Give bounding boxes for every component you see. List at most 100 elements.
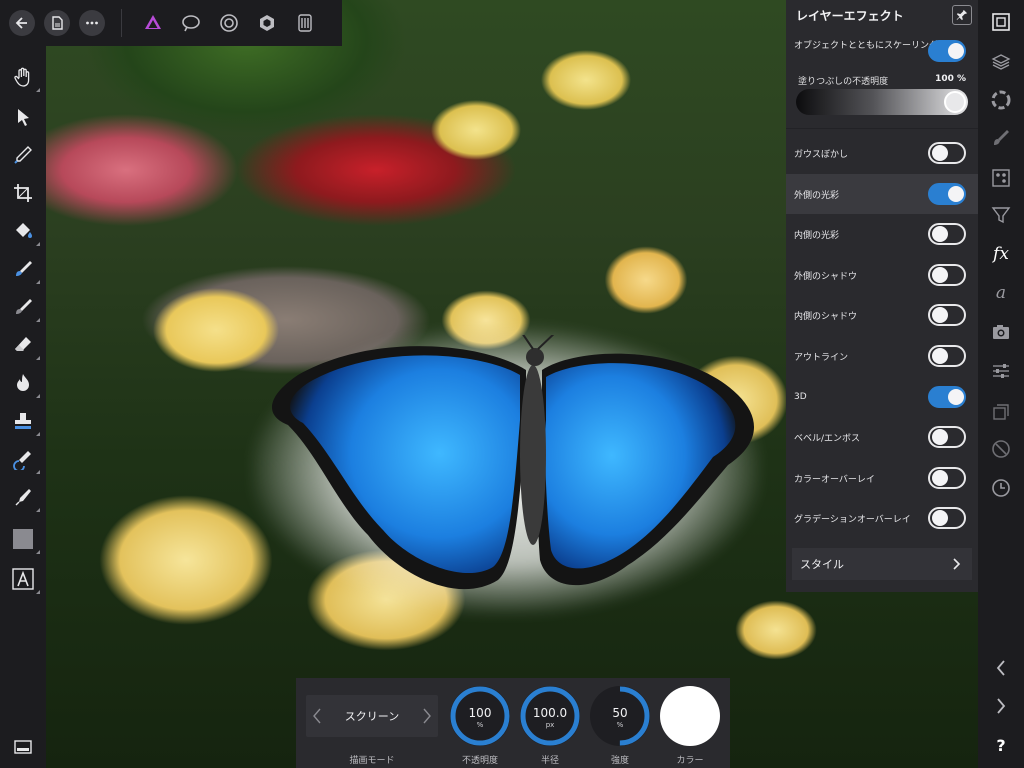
slider-knob[interactable] [944, 91, 966, 113]
effect-toggle[interactable] [928, 345, 966, 367]
back-arrow-icon[interactable] [9, 10, 35, 36]
toggle-knob [932, 267, 948, 283]
color-picker-icon[interactable] [10, 142, 36, 168]
healing-brush-icon[interactable] [10, 446, 40, 474]
effect-label: アウトライン [794, 352, 849, 363]
fill-opacity-label: 塗りつぶしの不透明度 [798, 77, 889, 87]
burn-brush-icon[interactable] [10, 370, 40, 398]
photo-persona-icon[interactable] [142, 12, 164, 34]
transform-icon[interactable] [989, 400, 1013, 424]
layers-icon[interactable] [989, 50, 1013, 74]
top-toolbar [0, 0, 342, 46]
navigator-icon[interactable] [989, 10, 1013, 34]
effect-row[interactable]: アウトライン [786, 336, 978, 376]
butterfly-image[interactable] [258, 335, 758, 605]
effect-label: グラデーションオーバーレイ [794, 514, 911, 525]
effect-label: ガウスぼかし [794, 149, 849, 160]
panel-title: レイヤーエフェクト [786, 0, 978, 30]
chevron-right-icon[interactable] [422, 707, 432, 725]
opacity-dial[interactable]: 100 % [450, 686, 510, 746]
history-icon[interactable] [989, 437, 1013, 461]
opacity-label: 不透明度 [461, 756, 498, 766]
tone-mapping-persona-icon[interactable] [256, 12, 278, 34]
adjustments-icon[interactable] [989, 88, 1013, 112]
context-toolbar: スクリーン 描画モード 100 % 不透明度 100.0 px 半径 50 % … [296, 678, 730, 768]
shape-icon[interactable] [10, 526, 40, 554]
effect-toggle[interactable] [928, 183, 966, 205]
toggle-knob [932, 307, 948, 323]
channels-icon[interactable] [989, 166, 1013, 190]
radius-dial[interactable]: 100.0 px [520, 686, 580, 746]
radius-label: 半径 [540, 756, 559, 766]
text-styles-icon[interactable]: a [989, 281, 1013, 305]
effect-toggle[interactable] [928, 467, 966, 489]
effect-row[interactable]: グラデーションオーバーレイ [786, 498, 978, 538]
effect-toggle[interactable] [928, 142, 966, 164]
erase-brush-icon[interactable] [10, 332, 40, 360]
intensity-dial[interactable]: 50 % [590, 686, 650, 746]
pin-icon[interactable] [952, 5, 972, 25]
liquify-persona-icon[interactable] [180, 12, 202, 34]
adjust-sliders-icon[interactable] [989, 359, 1013, 383]
effect-label: 内側の光彩 [794, 230, 840, 241]
effect-label: 外側の光彩 [794, 190, 840, 201]
flood-fill-icon[interactable] [10, 218, 40, 246]
toggle-knob [932, 348, 948, 364]
toggle-knob [932, 510, 948, 526]
effect-row[interactable]: 外側の光彩 [786, 174, 978, 214]
effect-toggle[interactable] [928, 223, 966, 245]
more-icon[interactable] [79, 10, 105, 36]
divider [786, 128, 978, 129]
effect-toggle[interactable] [928, 304, 966, 326]
export-persona-icon[interactable] [294, 12, 316, 34]
color-swatch[interactable] [660, 686, 720, 746]
paint-brush-icon[interactable] [10, 294, 40, 322]
quick-menu-icon[interactable] [10, 734, 36, 760]
snapshots-icon[interactable] [989, 320, 1013, 344]
text-icon[interactable] [10, 566, 40, 594]
opacity-value: 100 [468, 706, 492, 720]
intensity-label: 強度 [610, 756, 629, 766]
document-icon[interactable] [44, 10, 70, 36]
clock-icon[interactable] [989, 476, 1013, 500]
intensity-unit: % [616, 721, 624, 729]
effect-row[interactable]: カラーオーバーレイ [786, 458, 978, 498]
color-label: カラー [676, 756, 704, 766]
effect-label: 3D [794, 392, 807, 402]
effect-row[interactable]: ガウスぼかし [786, 133, 978, 173]
layer-effects-icon[interactable]: fx [989, 242, 1013, 266]
scale-with-object-toggle[interactable] [928, 40, 966, 62]
move-icon[interactable] [10, 104, 36, 130]
effect-toggle[interactable] [928, 264, 966, 286]
back-chevron-icon[interactable] [989, 656, 1013, 680]
effect-row[interactable]: 3D [786, 377, 978, 417]
clone-brush-icon[interactable] [10, 408, 40, 436]
fill-opacity-slider[interactable] [796, 89, 968, 115]
effect-row[interactable]: ベベル/エンボス [786, 417, 978, 457]
hand-icon[interactable] [10, 64, 40, 92]
effect-row[interactable]: 内側の光彩 [786, 214, 978, 254]
chevron-left-icon[interactable] [312, 707, 322, 725]
help-icon[interactable]: ? [989, 733, 1013, 757]
effect-toggle[interactable] [928, 426, 966, 448]
effect-toggle[interactable] [928, 507, 966, 529]
effect-toggle[interactable] [928, 386, 966, 408]
style-button[interactable]: スタイル [792, 548, 972, 580]
effect-label: 内側のシャドウ [794, 311, 858, 322]
style-label: スタイル [800, 558, 844, 571]
brushes-icon[interactable] [989, 126, 1013, 150]
pen-icon[interactable] [10, 484, 40, 512]
effect-row[interactable]: 内側のシャドウ [786, 295, 978, 335]
toggle-knob [948, 186, 964, 202]
crop-icon[interactable] [10, 180, 36, 206]
filters-icon[interactable] [989, 203, 1013, 227]
selection-brush-icon[interactable] [10, 256, 40, 284]
toolbar-divider [121, 9, 122, 37]
effect-row[interactable]: 外側のシャドウ [786, 255, 978, 295]
blend-mode-picker[interactable]: スクリーン [306, 695, 438, 737]
toggle-knob [932, 226, 948, 242]
toggle-knob [932, 145, 948, 161]
blend-mode-value: スクリーン [344, 710, 400, 723]
develop-persona-icon[interactable] [218, 12, 240, 34]
forward-chevron-icon[interactable] [989, 694, 1013, 718]
